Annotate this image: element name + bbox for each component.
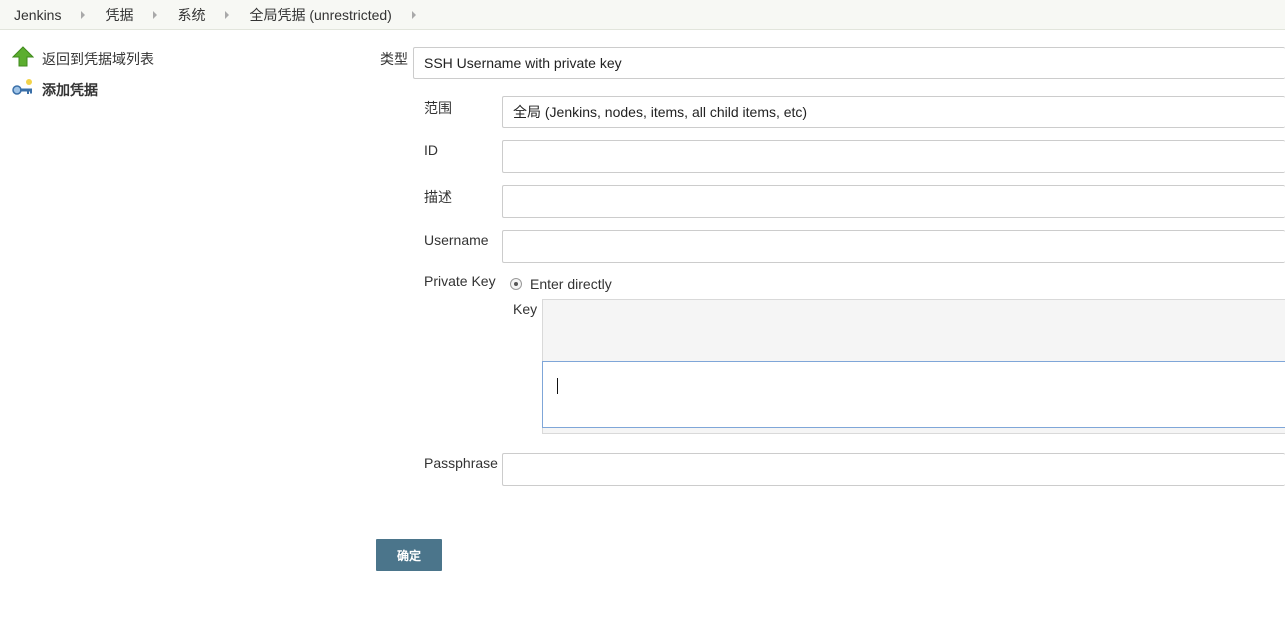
description-input[interactable]: [502, 185, 1285, 218]
private-key-label: Private Key: [424, 273, 496, 289]
sidebar-item-back-to-domains[interactable]: 返回到凭据域列表: [11, 46, 154, 71]
enter-directly-radio[interactable]: [510, 278, 522, 290]
scope-select-value: 全局 (Jenkins, nodes, items, all child ite…: [513, 104, 808, 120]
text-cursor: [557, 378, 558, 394]
kind-select[interactable]: SSH Username with private key: [413, 47, 1285, 79]
enter-directly-label: Enter directly: [530, 276, 612, 292]
username-label: Username: [424, 232, 489, 248]
sidebar-item-label: 返回到凭据域列表: [42, 50, 154, 67]
passphrase-label: Passphrase: [424, 455, 498, 471]
breadcrumb-item-global-credentials[interactable]: 全局凭据 (unrestricted): [249, 5, 391, 25]
breadcrumb-separator-icon[interactable]: [225, 10, 230, 19]
key-icon: [12, 78, 34, 101]
sidebar-item-add-credentials[interactable]: 添加凭据: [12, 78, 98, 101]
scope-select[interactable]: 全局 (Jenkins, nodes, items, all child ite…: [502, 96, 1285, 128]
up-arrow-icon: [11, 46, 35, 71]
breadcrumb-separator-icon[interactable]: [153, 10, 158, 19]
description-label: 描述: [424, 189, 452, 205]
id-input[interactable]: [502, 140, 1285, 173]
passphrase-input[interactable]: [502, 453, 1285, 486]
kind-select-value: SSH Username with private key: [424, 55, 622, 71]
id-label: ID: [424, 142, 438, 158]
kind-label: 类型: [380, 51, 408, 67]
breadcrumb-separator-icon[interactable]: [411, 10, 416, 19]
breadcrumb-separator-icon[interactable]: [81, 10, 86, 19]
enter-directly-option[interactable]: Enter directly: [510, 276, 612, 292]
breadcrumb-item-system[interactable]: 系统: [177, 5, 205, 25]
breadcrumb-item-credentials[interactable]: 凭据: [105, 5, 133, 25]
ok-button[interactable]: 确定: [376, 539, 442, 571]
breadcrumb-item-jenkins[interactable]: Jenkins: [14, 7, 61, 23]
sidebar-item-label: 添加凭据: [42, 81, 98, 98]
username-input[interactable]: [502, 230, 1285, 263]
key-textarea[interactable]: [542, 361, 1285, 428]
scope-label: 范围: [424, 100, 452, 116]
key-label: Key: [513, 301, 538, 317]
breadcrumb: Jenkins 凭据 系统 全局凭据 (unrestricted): [0, 0, 1285, 30]
